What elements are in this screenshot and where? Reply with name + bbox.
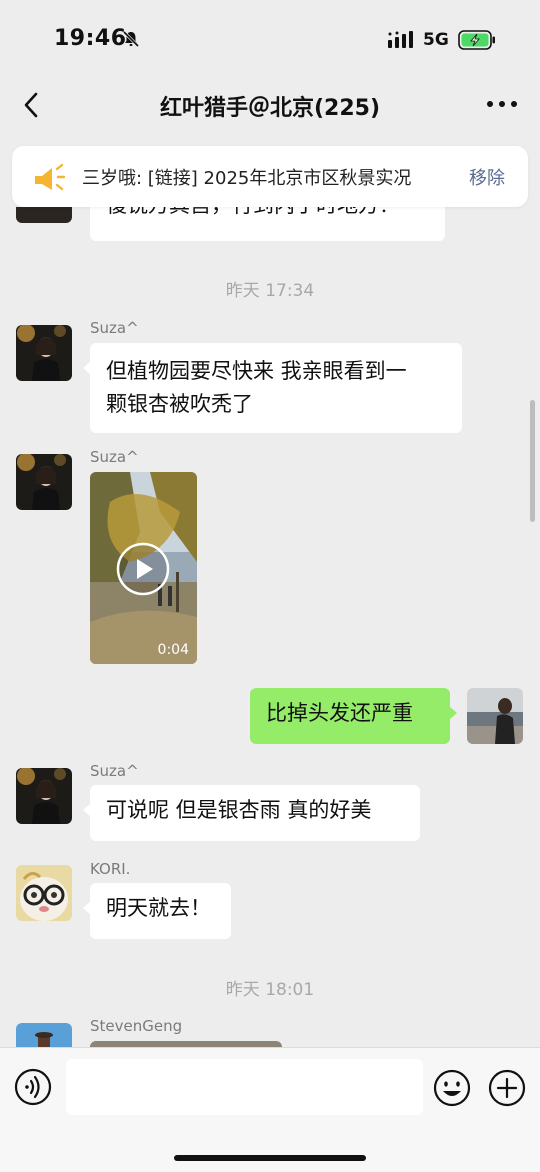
- signal-icon: [388, 31, 413, 48]
- video-duration: 0:04: [157, 642, 189, 658]
- scrollbar[interactable]: [530, 400, 535, 522]
- speaker-icon: [35, 163, 66, 191]
- plus-icon[interactable]: [487, 1068, 527, 1108]
- message-text-line: 但植物园要尽快来 我亲眼看到一: [106, 359, 407, 383]
- sender-name: KORI.: [90, 860, 131, 878]
- message-input[interactable]: [66, 1059, 423, 1115]
- timestamp: 昨天 18:01: [225, 980, 315, 1000]
- avatar-suza[interactable]: [16, 207, 72, 223]
- avatar-kori[interactable]: [16, 865, 72, 921]
- chat-title: 红叶猎手＠北京(225): [159, 96, 381, 121]
- bell-slash-icon: [122, 30, 140, 48]
- status-time: 19:46: [54, 26, 127, 51]
- pinned-text: 三岁哦: [链接] 2025年北京市区秋景实况: [82, 168, 412, 189]
- pinned-message[interactable]: 三岁哦: [链接] 2025年北京市区秋景实况 移除: [12, 146, 528, 207]
- sender-name: Suza^: [90, 448, 139, 466]
- voice-icon[interactable]: [14, 1068, 52, 1106]
- timestamp: 昨天 17:34: [225, 281, 315, 301]
- nav-bar: 红叶猎手＠北京(225): [0, 80, 540, 136]
- home-indicator: [174, 1155, 366, 1161]
- message-bubble[interactable]: 復锐万其宫，行到内于时地方？: [90, 207, 445, 241]
- sender-name: StevenGeng: [90, 1017, 183, 1035]
- more-dots-icon[interactable]: [484, 94, 520, 114]
- status-bar: 19:46 5G: [0, 0, 540, 80]
- input-bar: [0, 1047, 540, 1172]
- message-text: 可说呢 但是银杏雨 真的好美: [106, 798, 372, 822]
- sender-name: Suza^: [90, 762, 139, 780]
- emoji-icon[interactable]: [432, 1068, 472, 1108]
- avatar-suza[interactable]: [16, 768, 72, 824]
- sender-name: Suza^: [90, 319, 139, 337]
- avatar-self[interactable]: [467, 688, 523, 744]
- avatar-suza[interactable]: [16, 454, 72, 510]
- message-text: 比掉头发还严重: [266, 701, 413, 725]
- message-bubble[interactable]: 明天就去！: [83, 883, 231, 939]
- chat-area[interactable]: 復锐万其宫，行到内于时地方？ 昨天 17:34 Suza^ 但植物园要尽快来 我…: [0, 207, 540, 1047]
- network-type: 5G: [423, 30, 449, 50]
- pinned-remove-button[interactable]: 移除: [469, 164, 505, 190]
- message-text: 明天就去！: [106, 896, 211, 920]
- message-bubble-self[interactable]: 比掉头发还严重: [250, 688, 457, 744]
- message-bubble[interactable]: 可说呢 但是银杏雨 真的好美: [83, 785, 420, 841]
- avatar-stevengeng[interactable]: [16, 1023, 72, 1047]
- avatar-suza[interactable]: [16, 325, 72, 381]
- message-bubble[interactable]: 但植物园要尽快来 我亲眼看到一 颗银杏被吹秃了: [83, 343, 462, 433]
- message-text: 復锐万其宫，行到内于时地方？: [106, 207, 400, 217]
- message-text-line: 颗银杏被吹秃了: [106, 392, 253, 416]
- play-icon[interactable]: [115, 541, 171, 597]
- video-message[interactable]: 0:04: [90, 472, 197, 664]
- battery-charging-icon: [458, 30, 495, 50]
